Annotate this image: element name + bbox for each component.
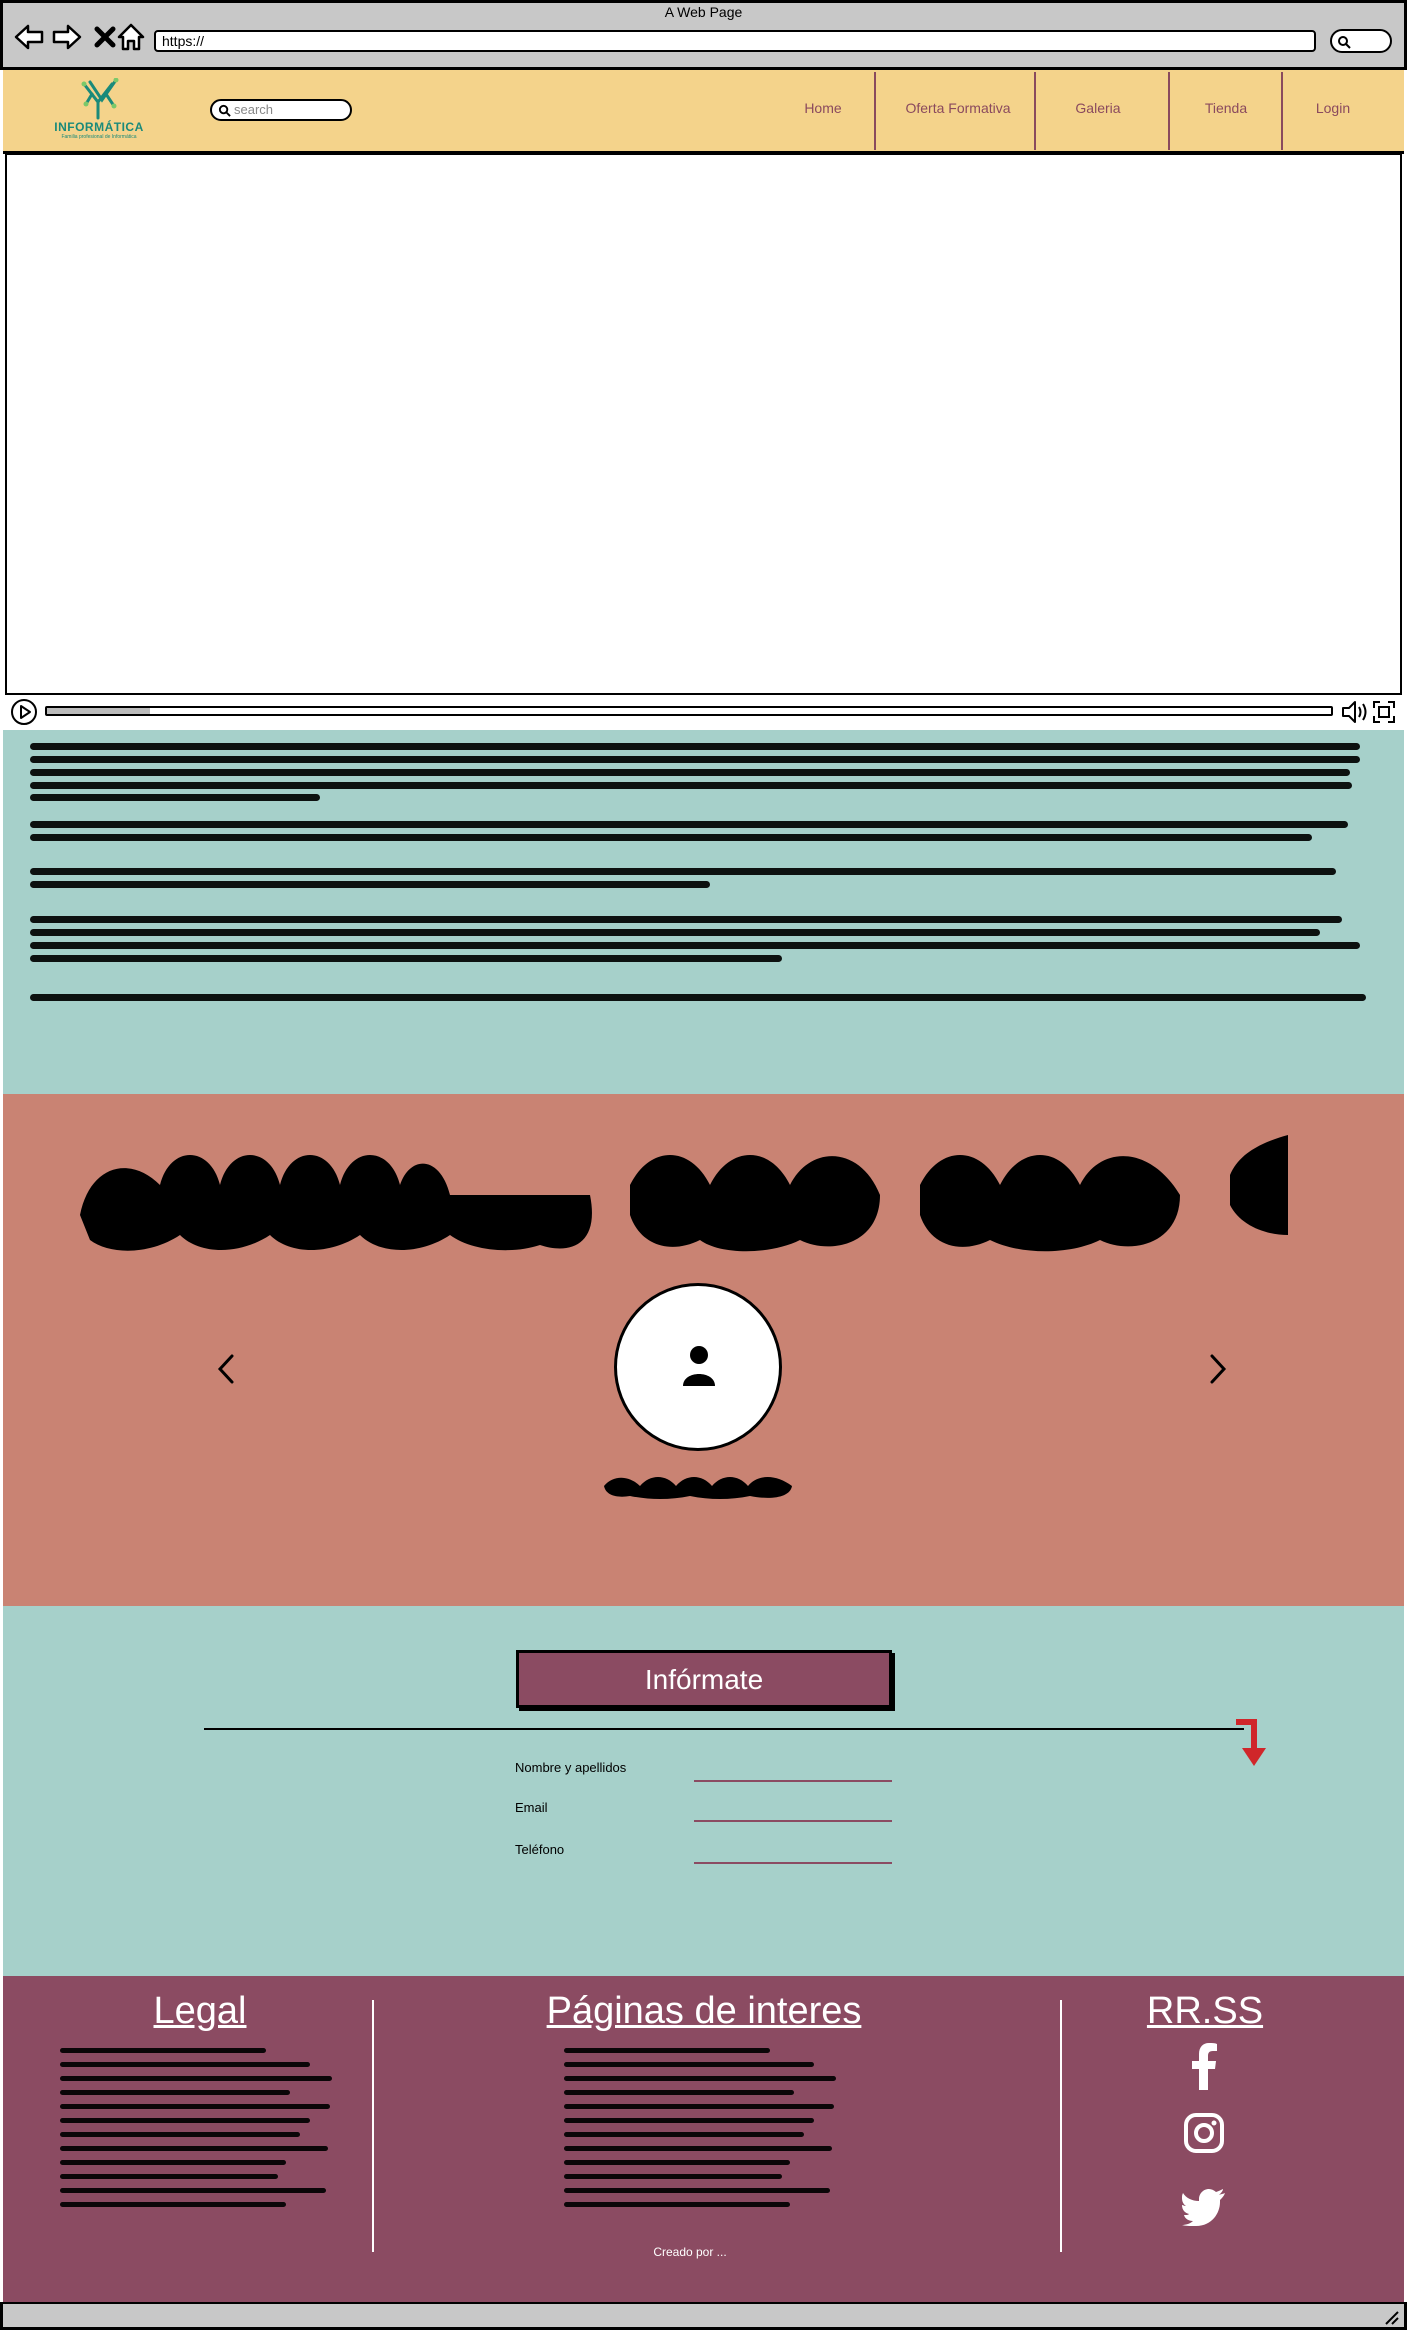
placeholder-name-scribble [604,1477,792,1499]
search-placeholder: search [234,102,274,117]
video-player[interactable] [5,153,1402,728]
social-title: RR.SS [1146,1990,1264,2032]
nav-galeria[interactable]: Galeria [1058,100,1138,116]
browser-status-bar [0,2302,1407,2330]
placeholder-text-line [30,994,1366,1001]
arrow-down-icon [1236,1719,1266,1766]
placeholder-text-line [30,942,1360,949]
placeholder-text-line [30,769,1350,776]
informate-button[interactable]: Infórmate [516,1650,892,1708]
placeholder-text-line [30,743,1360,750]
placeholder-text-line [30,916,1342,923]
resize-grip-icon[interactable] [1382,2310,1400,2326]
placeholder-text-line [30,834,1312,841]
nav-divider [1168,72,1170,150]
placeholder-text-line [30,821,1348,828]
chevron-left-icon[interactable] [214,1352,238,1386]
email-field-label: Email [515,1800,548,1815]
avatar [614,1283,782,1451]
nav-home[interactable]: Home [790,100,856,116]
footer-divider [1060,2000,1062,2252]
chevron-right-icon[interactable] [1206,1352,1230,1386]
logo-text: INFORMÁTICA [54,120,144,134]
nav-tienda[interactable]: Tienda [1190,100,1262,116]
nav-divider [1034,72,1036,150]
name-field[interactable] [694,1780,892,1782]
back-arrow-icon[interactable] [12,20,46,54]
placeholder-text-line [30,929,1320,936]
forward-arrow-icon[interactable] [50,20,84,54]
search-icon [218,104,231,117]
placeholder-text-line [30,782,1352,789]
volume-icon[interactable] [1340,699,1370,725]
facebook-icon[interactable] [1188,2042,1220,2090]
nav-login[interactable]: Login [1304,100,1362,116]
play-button[interactable] [11,699,37,725]
browser-search-input[interactable] [1330,29,1392,53]
home-icon[interactable] [114,20,148,54]
fullscreen-icon[interactable] [1372,700,1396,724]
video-progress-bar[interactable] [45,706,1333,716]
email-field[interactable] [694,1820,892,1822]
url-bar[interactable]: https:// [154,30,1316,52]
user-icon [683,1346,715,1386]
video-progress-fill [47,708,150,714]
placeholder-text-line [30,868,1336,875]
placeholder-heading-scribble [80,1135,1288,1252]
phone-field[interactable] [694,1862,892,1864]
legal-title[interactable]: Legal [100,1990,300,2033]
nav-divider [1281,72,1283,150]
pages-title[interactable]: Páginas de interes [524,1990,884,2033]
intro-text-section [3,730,1404,1094]
footer-credit: Creado por ... [653,2245,727,2259]
nav-divider [874,72,876,150]
window-title: A Web Page [664,4,743,20]
logo-subtext: Familia profesional de Informática [61,134,137,140]
play-icon [20,705,31,719]
site-search-input[interactable]: search [210,99,352,121]
instagram-icon[interactable] [1183,2112,1225,2154]
twitter-icon[interactable] [1182,2188,1226,2226]
placeholder-text-line [30,756,1360,763]
name-field-label: Nombre y apellidos [515,1760,627,1775]
section-divider [204,1728,1244,1730]
footer-divider [372,2000,374,2252]
placeholder-text-line [30,881,710,888]
placeholder-text-line [30,794,320,801]
search-icon [1338,36,1351,49]
phone-field-label: Teléfono [515,1842,565,1857]
placeholder-text-line [30,955,782,962]
nav-oferta-formativa[interactable]: Oferta Formativa [888,100,1028,116]
